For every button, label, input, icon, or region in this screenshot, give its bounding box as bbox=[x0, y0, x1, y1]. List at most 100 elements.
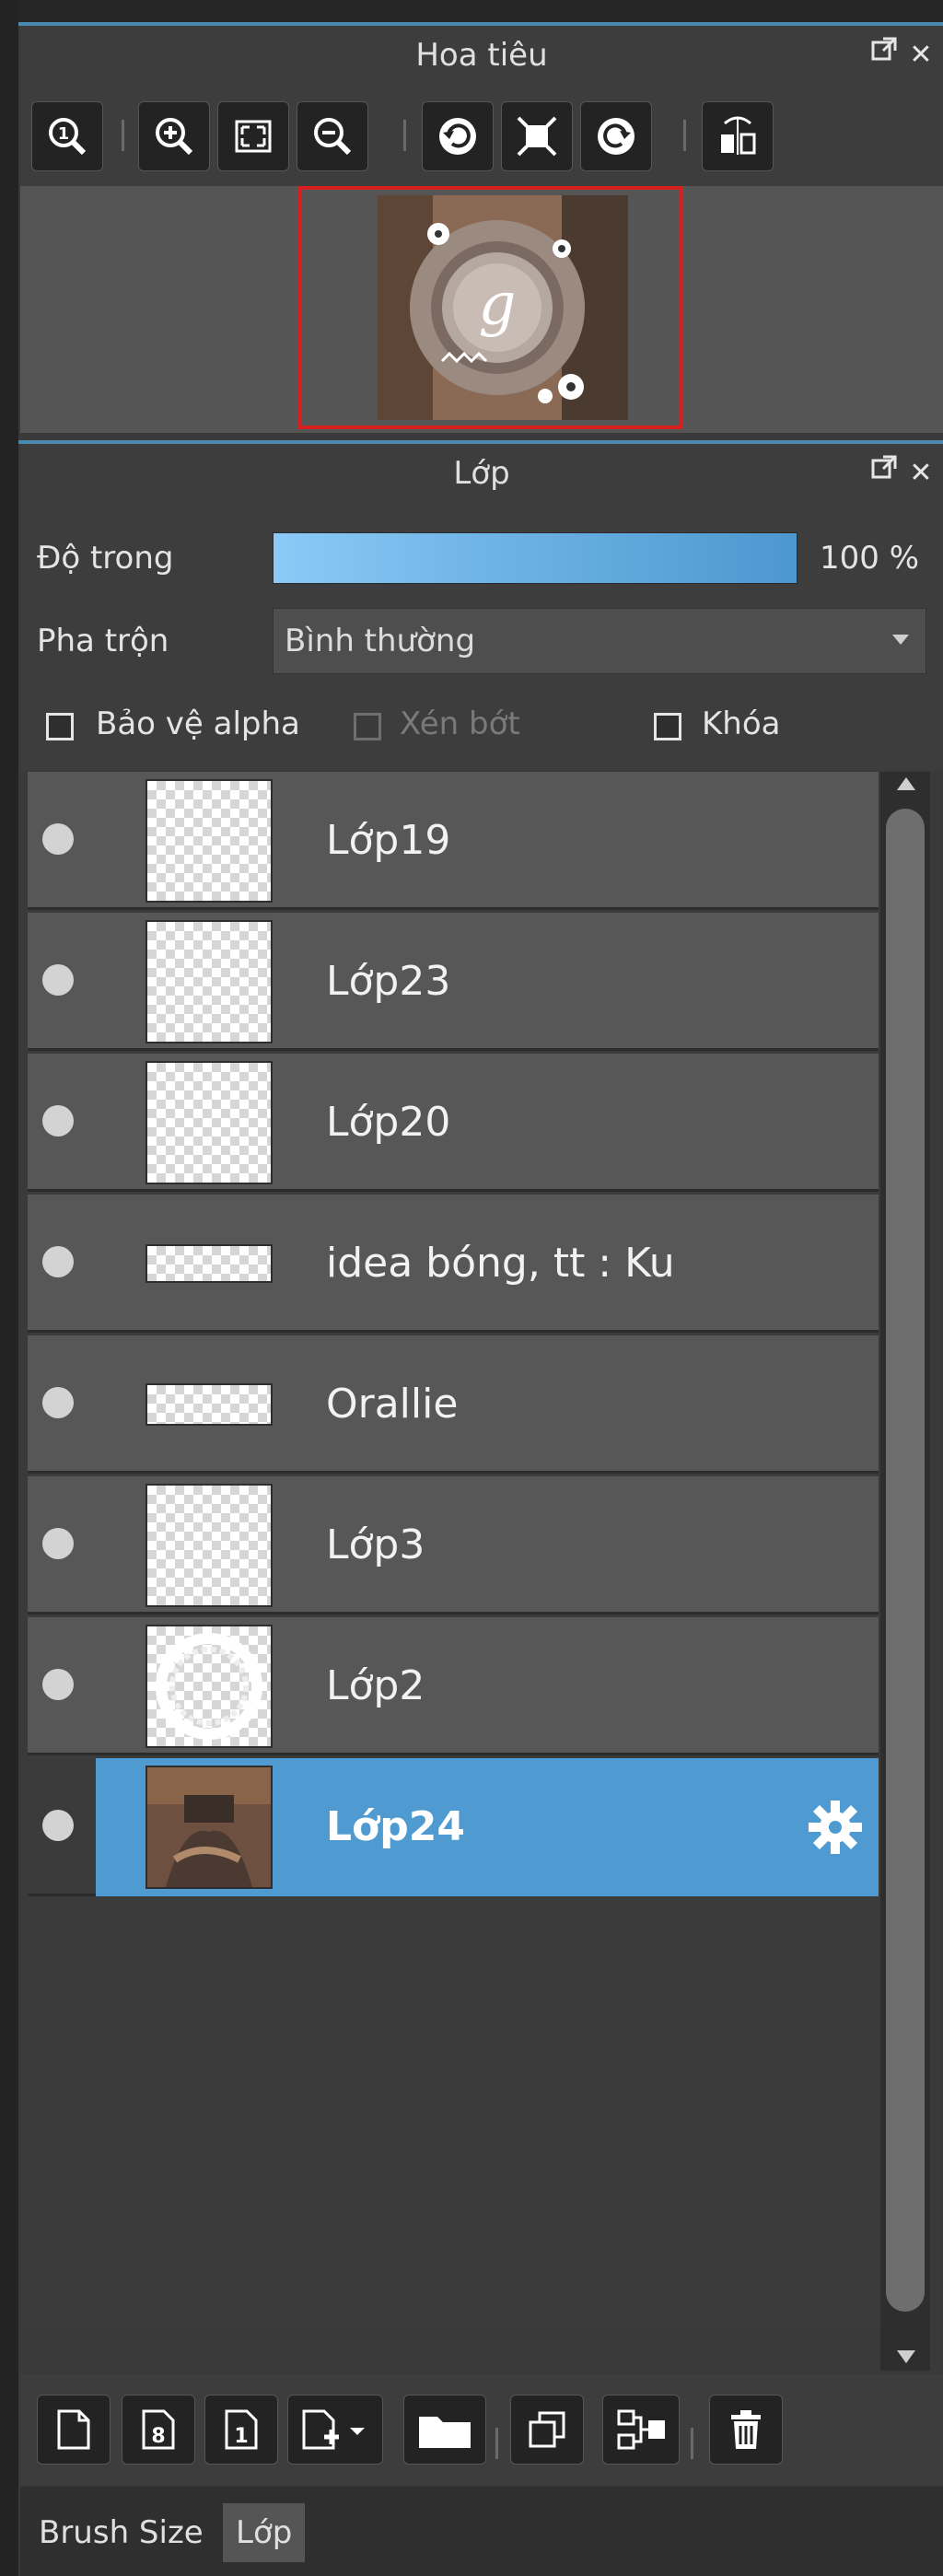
layers-titlebar: Lớp ✕ bbox=[20, 444, 943, 504]
fit-window-button[interactable] bbox=[217, 101, 289, 171]
layer-thumbnail bbox=[146, 1625, 273, 1748]
layer-list-scrollbar[interactable] bbox=[880, 772, 930, 2371]
layer-thumbnail bbox=[146, 1766, 273, 1889]
protect-alpha-label: Bảo vệ alpha bbox=[96, 705, 300, 742]
layer-name: idea bóng, tt : Ku bbox=[326, 1240, 675, 1287]
layer-row-selected[interactable]: Lớp24 bbox=[28, 1758, 879, 1896]
lock-label: Khóa bbox=[702, 705, 781, 742]
visibility-dot-icon[interactable] bbox=[42, 964, 74, 996]
duplicate-icon bbox=[529, 2411, 565, 2448]
left-edge-strip bbox=[0, 0, 18, 2576]
layer-actions-toolbar: 8 1 bbox=[20, 2374, 943, 2485]
layer-thumbnail bbox=[146, 1383, 273, 1426]
toolbar-separator bbox=[683, 120, 686, 151]
zoom-in-icon bbox=[156, 118, 193, 156]
undock-icon[interactable] bbox=[866, 35, 902, 76]
layer-row[interactable]: Lớp3 bbox=[28, 1476, 879, 1614]
clipping-checkbox bbox=[354, 713, 381, 740]
svg-text:8: 8 bbox=[151, 2425, 165, 2448]
folder-icon bbox=[419, 2417, 471, 2448]
layer-row[interactable]: Lớp2 bbox=[28, 1617, 879, 1755]
layer-8-icon: 8 bbox=[142, 2409, 175, 2450]
zoom-actual-button[interactable]: 1 bbox=[31, 101, 103, 171]
scrollbar-thumb[interactable] bbox=[886, 809, 925, 2312]
toolbar-separator bbox=[495, 2428, 498, 2459]
layer-name: Orallie bbox=[326, 1381, 459, 1428]
navigator-thumbnail: g bbox=[378, 195, 628, 420]
layer-row[interactable]: Lớp20 bbox=[28, 1054, 879, 1192]
clipping-label: Xén bớt bbox=[400, 705, 520, 742]
flip-horizontal-icon bbox=[721, 116, 756, 155]
merge-icon bbox=[617, 2409, 665, 2450]
new-layer-button[interactable] bbox=[37, 2395, 111, 2465]
layer-list: Lớp19 Lớp23 Lớp20 idea bóng, tt : Ku Ora… bbox=[28, 772, 879, 2328]
layer-thumbnail bbox=[146, 779, 273, 903]
rotate-left-button[interactable] bbox=[422, 101, 494, 171]
fit-view-icon bbox=[517, 116, 557, 157]
navigator-preview-area[interactable]: g bbox=[20, 186, 943, 433]
navigator-view-frame[interactable]: g bbox=[298, 186, 683, 429]
visibility-dot-icon[interactable] bbox=[42, 1387, 74, 1418]
visibility-dot-icon[interactable] bbox=[42, 823, 74, 855]
opacity-label: Độ trong bbox=[37, 540, 174, 577]
visibility-dot-icon[interactable] bbox=[42, 1669, 74, 1700]
visibility-dot-icon[interactable] bbox=[42, 1246, 74, 1277]
fit-window-icon bbox=[235, 120, 272, 153]
rotate-left-icon bbox=[439, 118, 476, 155]
lock-checkbox[interactable] bbox=[654, 713, 681, 740]
new-folder-button[interactable] bbox=[403, 2395, 486, 2465]
layer-thumbnail bbox=[146, 1061, 273, 1184]
layer-thumbnail bbox=[146, 920, 273, 1043]
add-layer-dropdown-icon bbox=[302, 2409, 365, 2450]
zoom-out-icon bbox=[314, 118, 352, 156]
visibility-dot-icon[interactable] bbox=[42, 1528, 74, 1559]
svg-text:1: 1 bbox=[58, 124, 70, 144]
layer-row[interactable]: Lớp19 bbox=[28, 772, 879, 910]
zoom-in-button[interactable] bbox=[138, 101, 210, 171]
layer-row[interactable]: idea bóng, tt : Ku bbox=[28, 1195, 879, 1333]
delete-layer-button[interactable] bbox=[709, 2395, 783, 2465]
fit-view-button[interactable] bbox=[501, 101, 573, 171]
layer-row[interactable]: Lớp23 bbox=[28, 913, 879, 1051]
add-layer-menu-button[interactable] bbox=[287, 2395, 383, 2465]
undock-icon[interactable] bbox=[866, 453, 902, 494]
rotate-right-button[interactable] bbox=[580, 101, 652, 171]
merge-down-button[interactable] bbox=[602, 2395, 680, 2465]
blend-mode-select[interactable]: Bình thường bbox=[273, 608, 926, 674]
layer-name: Lớp19 bbox=[326, 817, 451, 864]
duplicate-layer-button[interactable] bbox=[510, 2395, 584, 2465]
new-1bit-layer-button[interactable]: 1 bbox=[204, 2395, 278, 2465]
panel-tabs: Brush Size Lớp bbox=[20, 2487, 943, 2576]
opacity-slider[interactable] bbox=[273, 532, 797, 584]
zoom-out-button[interactable] bbox=[297, 101, 368, 171]
close-icon[interactable]: ✕ bbox=[902, 453, 939, 494]
new-page-icon bbox=[57, 2409, 90, 2450]
layer-settings-gear-icon[interactable] bbox=[807, 1799, 864, 1856]
scroll-down-arrow-icon[interactable] bbox=[897, 2350, 915, 2363]
scroll-up-arrow-icon[interactable] bbox=[897, 777, 915, 790]
visibility-dot-icon[interactable] bbox=[42, 1810, 74, 1841]
visibility-dot-icon[interactable] bbox=[42, 1105, 74, 1136]
tab-brush-size[interactable]: Brush Size bbox=[26, 2503, 216, 2562]
navigator-titlebar: Hoa tiêu ✕ bbox=[20, 26, 943, 86]
rotate-right-icon bbox=[598, 118, 634, 155]
new-8bit-layer-button[interactable]: 8 bbox=[122, 2395, 195, 2465]
blend-label: Pha trộn bbox=[37, 623, 169, 659]
toolbar-separator bbox=[691, 2428, 693, 2459]
photo-thumbnail bbox=[147, 1767, 271, 1887]
chevron-down-icon bbox=[892, 635, 909, 645]
blend-mode-value: Bình thường bbox=[285, 623, 476, 659]
layer-thumbnail bbox=[146, 1244, 273, 1283]
layer-thumbnail bbox=[146, 1484, 273, 1607]
layer-name: Lớp24 bbox=[326, 1803, 465, 1850]
svg-text:g: g bbox=[479, 271, 517, 339]
close-icon[interactable]: ✕ bbox=[902, 35, 939, 76]
tab-layers[interactable]: Lớp bbox=[223, 2503, 306, 2562]
trash-icon bbox=[731, 2410, 761, 2449]
flip-horizontal-button[interactable] bbox=[702, 101, 774, 171]
layer-row[interactable]: Orallie bbox=[28, 1335, 879, 1474]
layers-title: Lớp bbox=[453, 455, 510, 492]
toolbar-separator bbox=[403, 120, 406, 151]
protect-alpha-checkbox[interactable] bbox=[46, 713, 74, 740]
navigator-toolbar: 1 bbox=[20, 85, 943, 186]
